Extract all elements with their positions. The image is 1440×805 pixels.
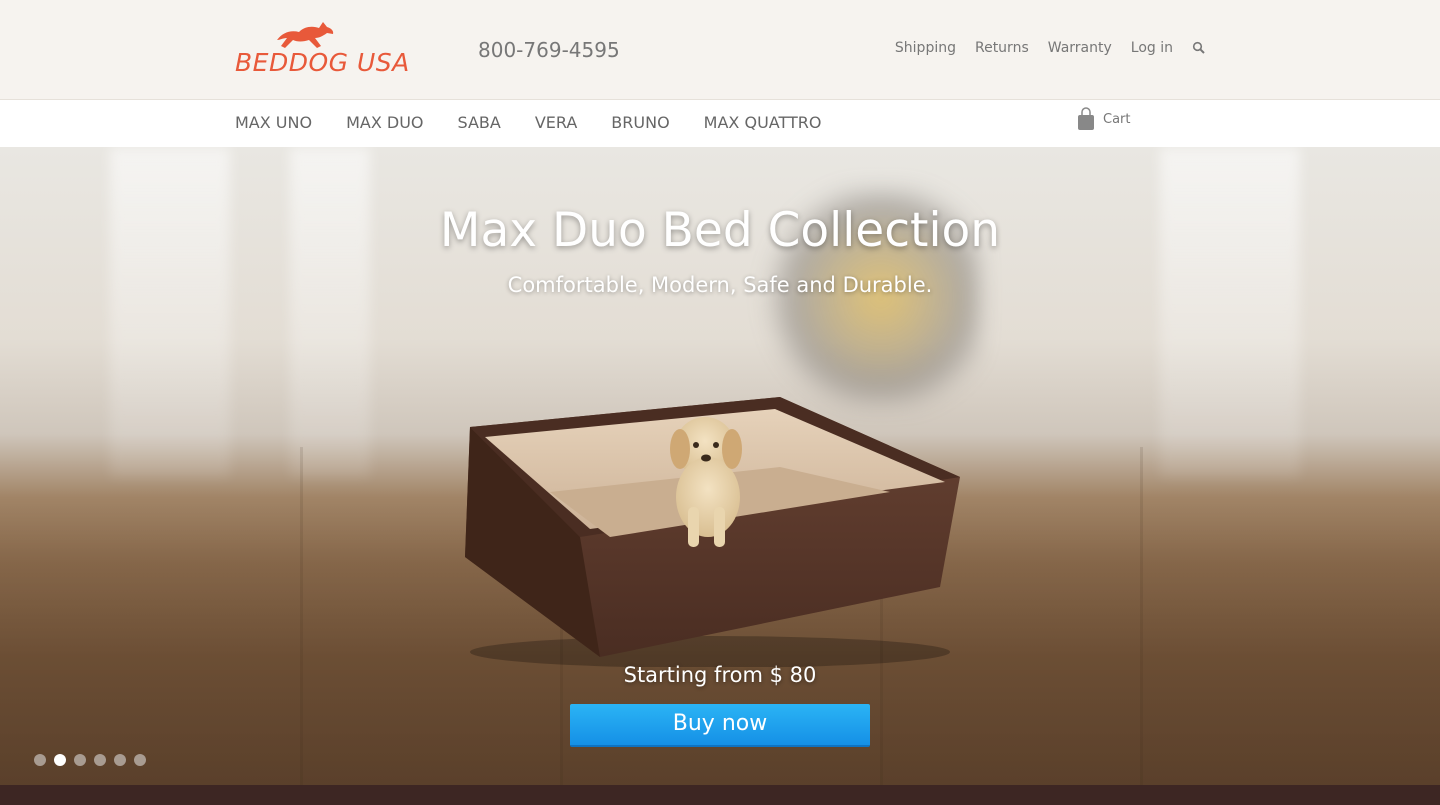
dog-bed-product-image xyxy=(465,397,960,667)
logo-text: BEDDOG USA xyxy=(235,48,410,77)
slide-dot[interactable] xyxy=(134,754,146,766)
login-link[interactable]: Log in xyxy=(1131,40,1173,56)
price-text: Starting from $ 80 xyxy=(623,663,817,687)
slide-dot[interactable] xyxy=(94,754,106,766)
floor-plank xyxy=(1140,447,1143,785)
product-nav: MAX UNO MAX DUO SABA VERA BRUNO MAX QUAT… xyxy=(235,113,821,132)
floor-plank xyxy=(300,447,303,785)
buy-now-button[interactable]: Buy now xyxy=(570,704,870,747)
nav-item-max-uno[interactable]: MAX UNO xyxy=(235,113,312,132)
background-window xyxy=(290,147,370,477)
cart-label: Cart xyxy=(1103,111,1131,127)
background-window xyxy=(110,147,230,477)
search-icon[interactable] xyxy=(1192,41,1206,55)
nav-item-vera[interactable]: VERA xyxy=(535,113,577,132)
hero-slider: Max Duo Bed Collection Comfortable, Mode… xyxy=(0,147,1440,785)
slider-pagination xyxy=(34,754,146,766)
shipping-link[interactable]: Shipping xyxy=(895,40,956,56)
running-dog-icon xyxy=(277,22,334,48)
top-header: BEDDOG USA 800-769-4595 Shipping Returns… xyxy=(0,0,1440,100)
shopping-bag-icon xyxy=(1078,107,1094,130)
cart-button[interactable]: Cart xyxy=(1077,107,1131,131)
returns-link[interactable]: Returns xyxy=(975,40,1029,56)
warranty-link[interactable]: Warranty xyxy=(1048,40,1112,56)
slide-dot[interactable] xyxy=(74,754,86,766)
footer-bar xyxy=(0,785,1440,805)
phone-number[interactable]: 800-769-4595 xyxy=(478,38,620,62)
nav-item-max-duo[interactable]: MAX DUO xyxy=(346,113,423,132)
brand-logo[interactable]: BEDDOG USA xyxy=(235,18,409,80)
hero-title: Max Duo Bed Collection xyxy=(439,203,1001,258)
top-links: Shipping Returns Warranty Log in xyxy=(895,40,1206,56)
slide-dot[interactable] xyxy=(34,754,46,766)
slide-dot[interactable] xyxy=(114,754,126,766)
nav-item-bruno[interactable]: BRUNO xyxy=(611,113,669,132)
background-window xyxy=(1160,147,1300,477)
slide-dot[interactable] xyxy=(54,754,66,766)
main-nav-bar: MAX UNO MAX DUO SABA VERA BRUNO MAX QUAT… xyxy=(0,100,1440,148)
nav-item-saba[interactable]: SABA xyxy=(458,113,501,132)
hero-subtitle: Comfortable, Modern, Safe and Durable. xyxy=(507,273,933,297)
nav-item-max-quattro[interactable]: MAX QUATTRO xyxy=(704,113,822,132)
